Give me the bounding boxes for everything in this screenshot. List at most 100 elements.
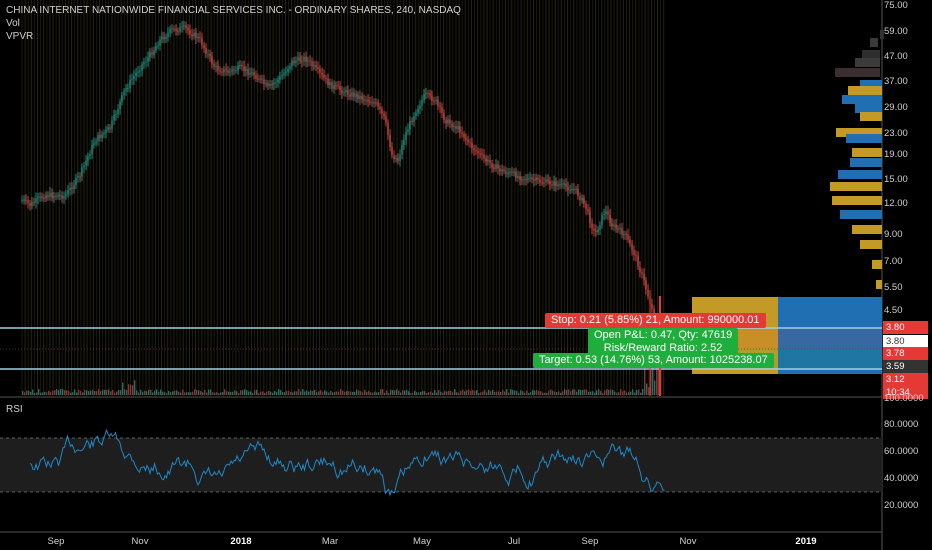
volume-bar	[434, 390, 436, 395]
price-axis-tick: 7.00	[884, 256, 903, 267]
price-candle	[353, 92, 355, 97]
volume-bar	[158, 391, 160, 395]
volume-bar	[288, 390, 290, 395]
entry-price-tag: 3.78	[883, 347, 928, 360]
price-candle	[133, 75, 135, 80]
price-candle	[521, 179, 523, 181]
price-candle	[309, 60, 311, 62]
volume-bar	[272, 392, 274, 395]
price-candle	[525, 179, 527, 181]
volume-bar	[460, 390, 462, 395]
volume-bar	[632, 389, 634, 395]
volume-bar	[68, 391, 70, 395]
price-candle	[417, 108, 419, 113]
price-candle	[397, 158, 399, 161]
volume-bar	[204, 389, 206, 395]
volume-bar	[456, 392, 458, 395]
volume-bar	[418, 392, 420, 395]
volume-bar	[282, 392, 284, 395]
volume-bar	[466, 390, 468, 395]
volume-bar	[170, 392, 172, 395]
price-candle	[355, 94, 357, 97]
price-candle	[149, 52, 151, 58]
price-candle	[49, 192, 51, 197]
volume-bar	[384, 392, 386, 395]
price-candle	[253, 72, 255, 76]
price-candle	[453, 126, 455, 128]
volume-bar	[362, 392, 364, 395]
volume-bar	[408, 391, 410, 395]
volume-bar	[606, 389, 608, 395]
volume-bar	[378, 392, 380, 395]
volume-bar	[540, 391, 542, 395]
price-candle	[429, 93, 431, 96]
price-axis-tick: 15.00	[884, 174, 908, 185]
volume-bar	[88, 391, 90, 395]
volume-bar	[380, 389, 382, 395]
price-candle	[499, 168, 501, 172]
price-candle	[287, 68, 289, 72]
volume-bar	[440, 391, 442, 395]
price-candle	[503, 169, 505, 172]
price-candle	[315, 65, 317, 68]
volume-bar	[326, 391, 328, 395]
price-candle	[537, 177, 539, 180]
price-candle	[31, 202, 33, 206]
volume-bar	[268, 390, 270, 395]
price-axis-tick: 23.00	[884, 128, 908, 139]
price-candle	[613, 224, 615, 227]
volume-bar	[296, 391, 298, 395]
vpvr-indicator-label[interactable]: VPVR	[6, 30, 461, 43]
price-candle	[303, 56, 305, 62]
price-candle	[647, 289, 649, 297]
price-candle	[483, 154, 485, 159]
price-candle	[433, 100, 435, 102]
symbol-title[interactable]: CHINA INTERNET NATIONWIDE FINANCIAL SERV…	[6, 4, 461, 17]
volume-bar	[424, 391, 426, 395]
price-candle	[53, 196, 55, 198]
price-axis-tick: 4.50	[884, 305, 903, 316]
price-candle	[343, 92, 345, 94]
volume-bar	[122, 382, 124, 395]
price-candle	[239, 65, 241, 67]
price-candle	[269, 84, 271, 86]
price-candle	[539, 179, 541, 183]
price-candle	[43, 198, 45, 200]
price-candle	[319, 69, 321, 73]
price-candle	[357, 94, 359, 100]
volume-bar	[280, 390, 282, 395]
price-candle	[351, 92, 353, 97]
price-candle	[317, 67, 319, 70]
target-label[interactable]: Target: 0.53 (14.76%) 53, Amount: 102523…	[533, 353, 774, 368]
volume-bar	[126, 389, 128, 395]
volume-bar	[24, 392, 26, 395]
volume-bar	[354, 391, 356, 395]
price-candle	[391, 147, 393, 156]
price-candle	[29, 203, 31, 206]
price-candle	[573, 189, 575, 191]
price-candle	[157, 45, 159, 47]
pnl-label[interactable]: Open P&L: 0.47, Qty: 47619 Risk/Reward R…	[588, 328, 739, 356]
volume-bar	[524, 392, 526, 395]
volume-bar	[178, 391, 180, 395]
price-candle	[135, 72, 137, 76]
price-candle	[267, 83, 269, 86]
volume-bar	[352, 391, 354, 395]
price-candle	[235, 70, 237, 72]
volume-bar	[494, 391, 496, 395]
rsi-indicator-label[interactable]: RSI	[6, 404, 23, 415]
volume-indicator-label[interactable]: Vol	[6, 17, 461, 30]
chart-canvas[interactable]	[0, 0, 932, 550]
volume-bar	[94, 391, 96, 395]
volume-bar	[638, 389, 640, 395]
volume-bar	[302, 389, 304, 395]
volume-bar	[574, 389, 576, 395]
volume-bar	[556, 392, 558, 395]
price-candle	[445, 120, 447, 124]
volume-bar	[40, 392, 42, 395]
volume-bar	[72, 392, 74, 395]
stop-loss-label[interactable]: Stop: 0.21 (5.85%) 21, Amount: 990000.01	[545, 313, 766, 328]
chart-stage[interactable]: CHINA INTERNET NATIONWIDE FINANCIAL SERV…	[0, 0, 932, 550]
price-candle	[441, 107, 443, 114]
volume-bar	[486, 392, 488, 395]
